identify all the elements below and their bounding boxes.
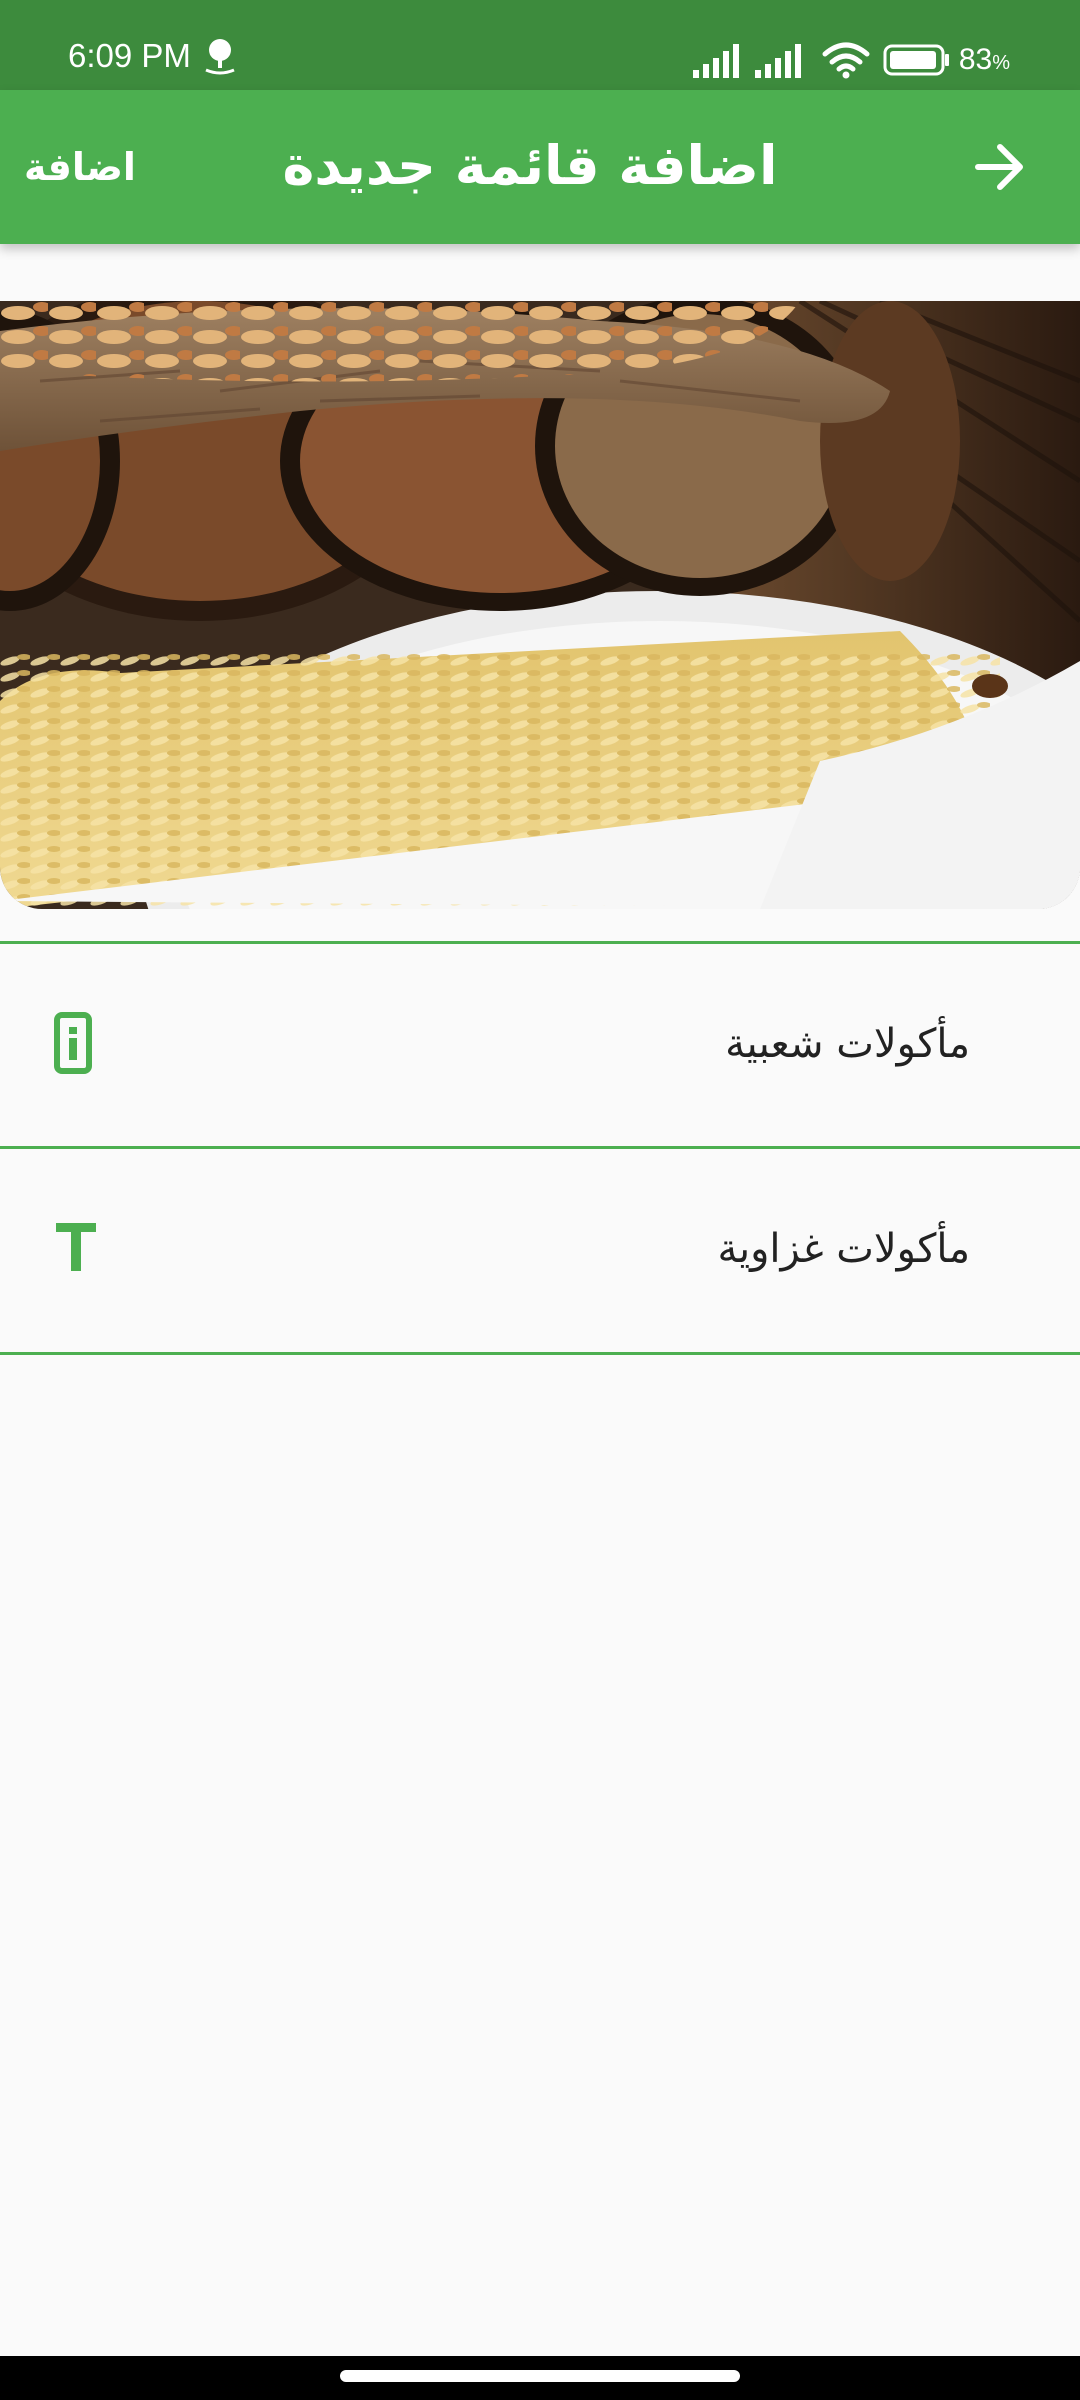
battery-icon (883, 44, 949, 76)
list-item[interactable]: مأكولات غزاوية (0, 1149, 1080, 1351)
navigation-bar (0, 2356, 1080, 2400)
list-item[interactable]: مأكولات شعبية (0, 944, 1080, 1146)
status-bar: 6:09 PM 83% (0, 0, 1080, 90)
page-title: اضافة قائمة جديدة (282, 134, 778, 197)
signal-icon (754, 44, 801, 78)
divider (0, 1352, 1080, 1355)
text-t-icon (56, 1223, 96, 1271)
food-photo (0, 301, 1080, 909)
list-item-label: مأكولات شعبية (725, 1021, 970, 1067)
notification-icon (205, 39, 235, 75)
list-item-label: مأكولات غزاوية (717, 1226, 971, 1272)
info-box-icon (54, 1012, 92, 1074)
arrow-forward-icon[interactable] (970, 137, 1030, 197)
add-button[interactable]: اضافة (24, 142, 136, 192)
signal-icon (692, 44, 739, 78)
status-time: 6:09 PM (68, 37, 191, 74)
wifi-icon (822, 42, 870, 79)
battery-level: 83% (958, 43, 1010, 76)
home-indicator[interactable] (340, 2370, 740, 2382)
app-bar: اضافة اضافة قائمة جديدة (0, 90, 1080, 244)
